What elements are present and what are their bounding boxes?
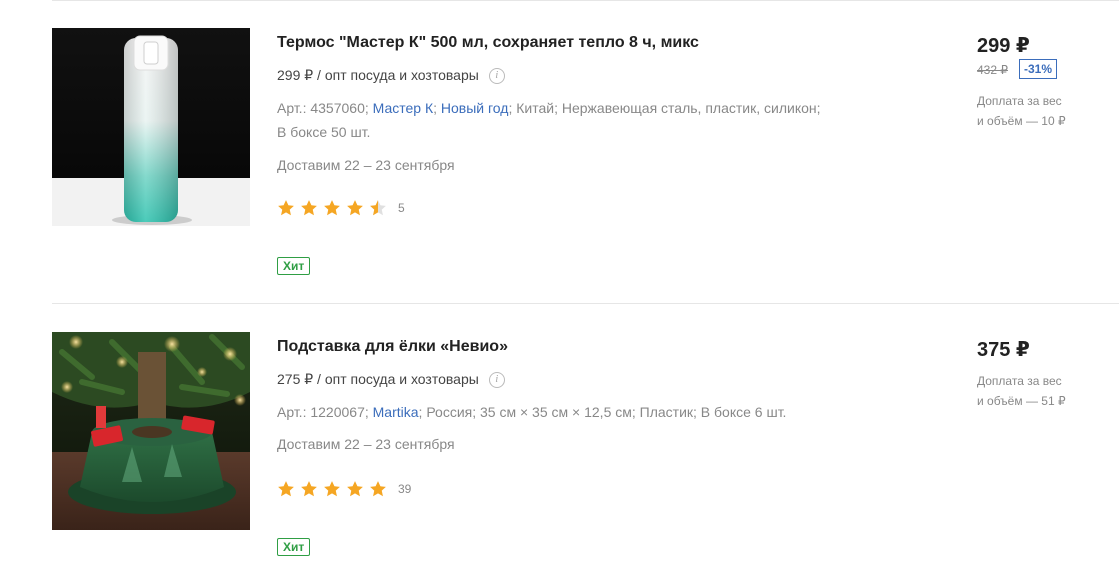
star-icon (347, 481, 363, 497)
tag-link[interactable]: Новый год (441, 100, 509, 116)
product-divider (52, 303, 1119, 304)
delivery-date: Доставим 22 – 23 сентября (277, 436, 455, 452)
wholesale-price: 275 ₽ / опт посуда и хозтовары i (277, 371, 505, 388)
wholesale-price-text: 275 ₽ / опт посуда и хозтовары (277, 371, 479, 387)
extra-fee: Доплата за вес и объём — 10 ₽ (977, 91, 1087, 131)
star-icon (324, 200, 340, 216)
star-icon (370, 481, 386, 497)
extra-fee-line2: и объём — 10 ₽ (977, 114, 1066, 128)
star-icon (324, 481, 340, 497)
brand-link[interactable]: Мастер К (373, 100, 433, 116)
product-attributes: Арт.: 1220067; Martika; Россия; 35 см × … (277, 404, 787, 420)
extra-fee-line1: Доплата за вес (977, 94, 1062, 108)
hit-badge: Хит (277, 538, 311, 556)
review-count[interactable]: 5 (398, 201, 405, 215)
product-title[interactable]: Подставка для ёлки «Невио» (277, 338, 508, 356)
star-icon (278, 200, 294, 216)
brand-link[interactable]: Martika (373, 404, 419, 420)
star-icon (301, 200, 317, 216)
top-divider (52, 0, 1119, 1)
article-number: Арт.: 1220067; (277, 404, 369, 420)
product-attributes: Арт.: 4357060; Мастер К; Новый год; Кита… (277, 100, 821, 140)
product-image-tree-stand[interactable] (52, 332, 250, 530)
extra-fee-line2: и объём — 51 ₽ (977, 394, 1066, 408)
material: Нержавеющая сталь, пластик, силикон; (561, 100, 821, 116)
product-image-thermos[interactable] (52, 28, 250, 226)
star-icon (278, 481, 294, 497)
rating-stars[interactable]: 5 (277, 199, 405, 217)
star-icon (301, 481, 317, 497)
country: Китай; (516, 100, 558, 116)
rating-stars[interactable]: 39 (277, 480, 411, 498)
info-icon[interactable]: i (488, 67, 505, 84)
extra-fee: Доплата за вес и объём — 51 ₽ (977, 371, 1087, 411)
product-title[interactable]: Термос "Мастер К" 500 мл, сохраняет тепл… (277, 34, 699, 52)
extra-fee-line1: Доплата за вес (977, 374, 1062, 388)
star-icon (347, 200, 363, 216)
discount-badge: -31% (1019, 59, 1058, 79)
star-half-icon (370, 200, 386, 216)
wholesale-price: 299 ₽ / опт посуда и хозтовары i (277, 67, 505, 84)
delivery-date: Доставим 22 – 23 сентября (277, 157, 455, 173)
hit-badge: Хит (277, 257, 311, 275)
product-details: Россия; 35 см × 35 см × 12,5 см; Пластик… (426, 404, 787, 420)
review-count[interactable]: 39 (398, 482, 411, 496)
old-price: 432 ₽ (977, 63, 1008, 77)
box-quantity: В боксе 50 шт. (277, 124, 371, 140)
price: 375 ₽ (977, 339, 1030, 361)
wholesale-price-text: 299 ₽ / опт посуда и хозтовары (277, 67, 479, 83)
article-number: Арт.: 4357060; (277, 100, 369, 116)
info-icon[interactable]: i (488, 371, 505, 388)
price: 299 ₽ (977, 35, 1030, 57)
